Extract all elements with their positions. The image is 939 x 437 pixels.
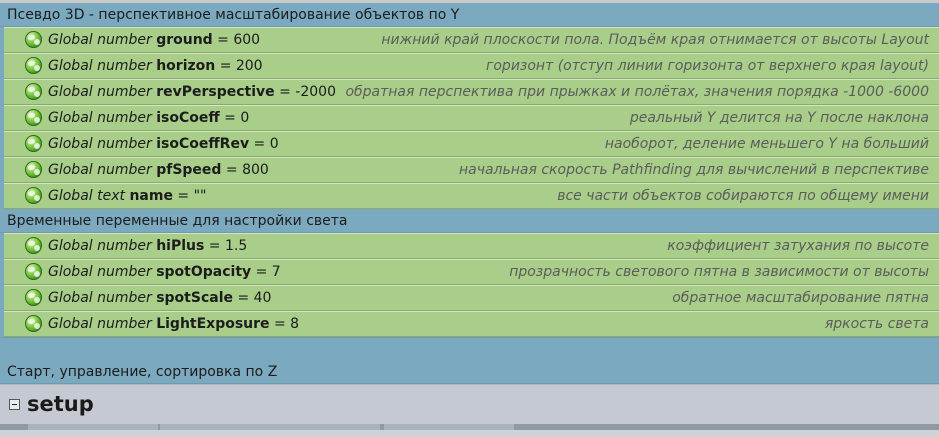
variable-comment: обратное масштабирование пятна (672, 290, 929, 306)
variable-declaration: Global number spotScale = 40 (48, 290, 272, 306)
variable-row-lightexposure[interactable]: Global number LightExposure = 8 яркость … (4, 311, 939, 337)
collapse-minus-icon[interactable] (9, 399, 20, 410)
variable-row-pfspeed[interactable]: Global number pfSpeed = 800 начальная ск… (4, 157, 939, 183)
globe-icon (25, 83, 42, 100)
variable-comment: обратная перспектива при прыжках и полёт… (345, 84, 929, 100)
variable-row-spotscale[interactable]: Global number spotScale = 40 обратное ма… (4, 285, 939, 311)
strip-segment (28, 424, 158, 430)
variable-declaration: Global number isoCoeffRev = 0 (48, 136, 279, 152)
group-variables-light: Global number hiPlus = 1.5 коэффициент з… (0, 233, 939, 337)
group-variables-pseudo3d: Global number ground = 600 нижний край п… (0, 27, 939, 209)
variable-comment: яркость света (824, 316, 929, 332)
variable-declaration: Global number LightExposure = 8 (48, 316, 300, 332)
variable-row-hiplus[interactable]: Global number hiPlus = 1.5 коэффициент з… (4, 233, 939, 259)
group-header-start-control[interactable]: Старт, управление, сортировка по Z (0, 360, 939, 384)
variable-row-revperspective[interactable]: Global number revPerspective = -2000 обр… (4, 79, 939, 105)
variable-declaration: Global number spotOpacity = 7 (48, 264, 281, 280)
variable-comment: реальный Y делится на Y после наклона (629, 110, 929, 126)
variable-comment: начальная скорость Pathfinding для вычис… (458, 162, 929, 178)
group-empty-area[interactable] (0, 337, 939, 360)
globe-icon (25, 31, 42, 48)
variable-row-ground[interactable]: Global number ground = 600 нижний край п… (4, 27, 939, 53)
variable-comment: все части объектов собираются по общему … (557, 188, 929, 204)
globe-icon (25, 109, 42, 126)
variable-declaration: Global number hiPlus = 1.5 (48, 238, 248, 254)
setup-title: setup (27, 392, 94, 416)
strip-segment (384, 424, 514, 430)
strip-segment (160, 424, 380, 430)
group-header-light-settings[interactable]: Временные переменные для настройки света (0, 209, 939, 233)
globe-icon (25, 57, 42, 74)
globe-icon (25, 263, 42, 280)
setup-group-bar[interactable]: setup (0, 384, 939, 424)
variable-declaration: Global number horizon = 200 (48, 58, 263, 74)
variable-declaration: Global number revPerspective = -2000 (48, 84, 336, 100)
variable-row-horizon[interactable]: Global number horizon = 200 горизонт (от… (4, 53, 939, 79)
variable-declaration: Global number isoCoeff = 0 (48, 110, 250, 126)
variable-row-spotopacity[interactable]: Global number spotOpacity = 7 прозрачнос… (4, 259, 939, 285)
variable-comment: прозрачность светового пятна в зависимос… (509, 264, 929, 280)
event-sheet: Псевдо 3D - перспективное масштабировани… (0, 3, 939, 430)
globe-icon (25, 161, 42, 178)
globe-icon (25, 187, 42, 204)
variable-row-name[interactable]: Global text name = "" все части объектов… (4, 183, 939, 209)
variable-row-isocoeffrev[interactable]: Global number isoCoeffRev = 0 наоборот, … (4, 131, 939, 157)
globe-icon (25, 135, 42, 152)
variable-comment: наоборот, деление меньшего Y на больший (604, 136, 929, 152)
globe-icon (25, 289, 42, 306)
event-block-strip (0, 424, 939, 430)
variable-row-isocoeff[interactable]: Global number isoCoeff = 0 реальный Y де… (4, 105, 939, 131)
variable-declaration: Global text name = "" (48, 188, 207, 204)
globe-icon (25, 237, 42, 254)
globe-icon (25, 315, 42, 332)
variable-comment: коэффициент затухания по высоте (667, 238, 929, 254)
variable-comment: нижний край плоскости пола. Подъём края … (381, 32, 929, 48)
group-header-pseudo3d[interactable]: Псевдо 3D - перспективное масштабировани… (0, 3, 939, 27)
variable-declaration: Global number pfSpeed = 800 (48, 162, 269, 178)
variable-comment: горизонт (отступ линии горизонта от верх… (486, 58, 929, 74)
variable-declaration: Global number ground = 600 (48, 32, 261, 48)
